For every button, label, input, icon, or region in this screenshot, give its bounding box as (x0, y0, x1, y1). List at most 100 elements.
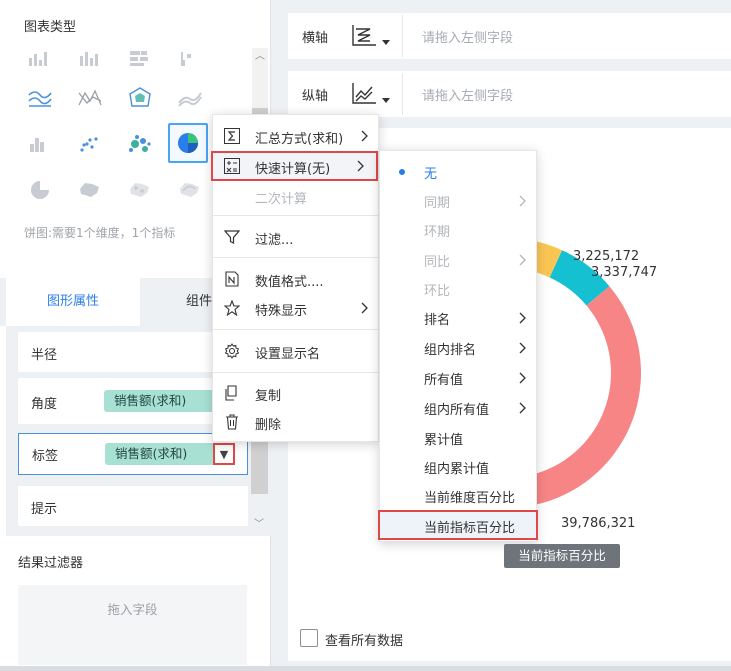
submenu-item-group-all-values[interactable]: 组内所有值 (380, 393, 538, 422)
chart-type-area-icon[interactable] (72, 80, 108, 116)
tooltip-property[interactable]: 提示 (18, 486, 248, 526)
selected-dot-icon (399, 169, 405, 175)
chart-type-bar-icon[interactable] (22, 40, 58, 76)
menu-separator (213, 329, 380, 330)
menu-item-label: 二次计算 (255, 192, 308, 207)
result-filter-title: 结果过滤器 (18, 556, 84, 571)
hover-tooltip: 当前指标百分比 (504, 544, 620, 568)
scroll-down-icon[interactable]: ﹀ (254, 520, 264, 530)
x-axis-dropzone[interactable]: 请拖入左侧字段 (422, 27, 513, 46)
menu-item-aggregation[interactable]: 汇总方式(求和) (213, 121, 380, 151)
x-axis-label: 横轴 (302, 31, 329, 46)
filter-icon (224, 230, 240, 244)
submenu-item-cumulative[interactable]: 累计值 (380, 423, 538, 452)
x-axis-divider (402, 15, 403, 57)
chart-type-horizontal-bar-icon[interactable] (122, 40, 158, 76)
menu-item-secondary-calc: 二次计算 (213, 181, 380, 211)
chart-type-flow-map-icon[interactable] (172, 172, 208, 208)
pie-slice-data-label: 3,225,172 (573, 249, 639, 264)
y-axis-divider (402, 73, 403, 115)
result-filter-dropzone[interactable]: 拖入字段 (18, 585, 247, 665)
submenu-item-metric-percent[interactable]: 当前指标百分比 (378, 510, 538, 540)
submenu-item-label: 累计值 (424, 433, 464, 448)
angle-label: 角度 (31, 397, 58, 412)
y-axis-caret-icon[interactable] (382, 98, 390, 103)
submenu-item-group-cumulative[interactable]: 组内累计值 (380, 452, 538, 481)
submenu-item-group-rank[interactable]: 组内排名 (380, 333, 538, 362)
chart-type-donut-icon[interactable] (22, 172, 58, 208)
y-axis-chart-icon[interactable] (350, 81, 380, 107)
chart-type-stream-icon[interactable] (172, 80, 208, 116)
chart-type-line-icon[interactable] (22, 80, 58, 116)
submenu-item-label: 同比 (424, 255, 451, 270)
chevron-right-icon (519, 402, 526, 414)
menu-item-filter[interactable]: 过滤... (213, 222, 380, 252)
chart-type-bubble-icon[interactable] (122, 126, 158, 162)
chevron-right-icon (519, 372, 526, 384)
menu-item-label: 删除 (255, 418, 282, 433)
menu-item-special-display[interactable]: 特殊显示 (213, 293, 380, 323)
chevron-right-icon (357, 160, 364, 172)
chart-type-scatter-icon[interactable] (72, 126, 108, 162)
menu-item-label: 过滤... (255, 233, 294, 248)
submenu-item-mom: 环比 (380, 274, 538, 303)
chart-type-column-icon[interactable] (22, 126, 58, 162)
submenu-item-all-values[interactable]: 所有值 (380, 363, 538, 392)
chart-type-point-map-icon[interactable] (122, 172, 158, 208)
chevron-right-icon (361, 302, 368, 314)
chart-type-grouped-bar-icon[interactable] (72, 40, 108, 76)
submenu-item-label: 组内所有值 (424, 403, 490, 418)
menu-separator (213, 257, 380, 258)
view-all-data-label: 查看所有数据 (325, 634, 404, 649)
chart-type-step-bar-icon[interactable] (172, 40, 208, 76)
chart-type-pie-icon[interactable] (168, 123, 208, 163)
menu-item-label: 汇总方式(求和) (255, 132, 344, 147)
menu-item-copy[interactable]: 复制 (213, 378, 380, 408)
pie-slice-data-label: 39,786,321 (561, 516, 635, 531)
quick-calc-submenu: 无 同期 环期 同比 环比 排名 组内排名 所有值 组内所有值 累计值 组内累计… (378, 150, 538, 542)
chevron-right-icon (361, 130, 368, 142)
chart-type-title: 图表类型 (24, 20, 77, 35)
menu-item-number-format[interactable]: 数值格式.... (213, 264, 380, 294)
submenu-item-yoy: 同比 (380, 245, 538, 274)
label-field-dropdown-button[interactable]: ▼ (213, 443, 235, 465)
chevron-right-icon (519, 312, 526, 324)
menu-item-label: 数值格式.... (255, 275, 324, 290)
gear-icon (224, 343, 240, 359)
y-axis-row[interactable]: 纵轴 请拖入左侧字段 (288, 71, 731, 117)
menu-item-quick-calc[interactable]: 快速计算(无) (211, 151, 378, 181)
chevron-right-icon (519, 342, 526, 354)
submenu-item-none[interactable]: 无 (380, 157, 538, 186)
submenu-item-same-period: 同期 (380, 186, 538, 215)
submenu-item-label: 组内排名 (424, 343, 477, 358)
x-axis-chart-icon[interactable] (350, 23, 380, 49)
filter-placeholder: 拖入字段 (107, 602, 158, 617)
y-axis-dropzone[interactable]: 请拖入左侧字段 (422, 85, 513, 104)
chart-requirement-hint: 饼图:需要1个维度，1个指标 (24, 226, 176, 240)
triangle-down-icon: ▼ (219, 447, 229, 461)
trash-icon (226, 414, 238, 430)
menu-separator (213, 372, 380, 373)
menu-item-label: 快速计算(无) (255, 162, 331, 177)
chevron-right-icon (519, 254, 526, 266)
sigma-icon (224, 128, 240, 144)
chevron-right-icon (519, 195, 526, 207)
scroll-up-icon[interactable]: ︿ (255, 52, 265, 62)
tab-graph-properties[interactable]: 图形属性 (6, 278, 140, 326)
menu-separator (213, 215, 380, 216)
tooltip-label: 提示 (31, 502, 58, 517)
x-axis-row[interactable]: 横轴 请拖入左侧字段 (288, 13, 731, 59)
view-all-data-checkbox[interactable] (300, 629, 318, 647)
chart-type-radar-icon[interactable] (122, 80, 158, 116)
star-icon (224, 300, 240, 316)
menu-item-set-display-name[interactable]: 设置显示名 (213, 336, 380, 366)
chart-type-map-icon[interactable] (72, 172, 108, 208)
submenu-item-label: 同期 (424, 196, 451, 211)
submenu-item-rank[interactable]: 排名 (380, 303, 538, 332)
menu-item-delete[interactable]: 删除 (213, 407, 380, 437)
submenu-item-label: 当前维度百分比 (424, 491, 516, 506)
number-format-icon (225, 271, 239, 287)
x-axis-caret-icon[interactable] (382, 40, 390, 45)
submenu-item-label: 环比 (424, 284, 451, 299)
submenu-item-dimension-percent[interactable]: 当前维度百分比 (380, 481, 538, 510)
